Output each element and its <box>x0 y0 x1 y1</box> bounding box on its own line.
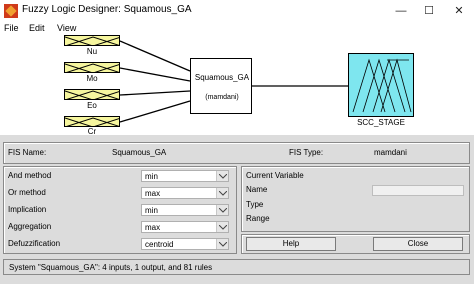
input-variable-mo[interactable] <box>64 62 120 73</box>
chevron-down-icon <box>216 239 228 249</box>
input-variable-cr[interactable] <box>64 116 120 127</box>
cv-type-label: Type <box>246 200 264 209</box>
help-button[interactable]: Help <box>246 237 336 251</box>
methods-group: And method min Or method max Implication… <box>3 166 237 254</box>
and-method-dropdown[interactable]: min <box>141 170 229 182</box>
cv-name-field[interactable] <box>372 185 464 196</box>
fis-name-value: Squamous_GA <box>112 148 167 157</box>
fis-type-value: mamdani <box>374 148 407 157</box>
defuzzification-dropdown[interactable]: centroid <box>141 238 229 250</box>
implication-label: Implication <box>8 205 47 214</box>
maximize-button[interactable]: ☐ <box>414 0 444 22</box>
defuzzification-label: Defuzzification <box>8 239 61 248</box>
chevron-down-icon <box>216 188 228 198</box>
or-method-label: Or method <box>8 188 46 197</box>
matlab-app-icon <box>4 4 18 18</box>
current-variable-group: Current Variable Name Type Range <box>241 166 470 232</box>
and-method-label: And method <box>8 171 52 180</box>
buttons-group: Help Close <box>241 234 470 254</box>
cv-range-label: Range <box>246 214 270 223</box>
aggregation-dropdown[interactable]: max <box>141 221 229 233</box>
title-bar: Fuzzy Logic Designer: Squamous_GA — ☐ ✕ <box>0 0 474 22</box>
fis-name-label: FIS Name: <box>8 148 47 157</box>
menu-file[interactable]: File <box>4 23 19 33</box>
chevron-down-icon <box>216 222 228 232</box>
menu-view[interactable]: View <box>57 23 76 33</box>
input-variable-nu[interactable] <box>64 35 120 46</box>
status-text: System "Squamous_GA": 4 inputs, 1 output… <box>9 263 213 272</box>
output-label: SCC_STAGE <box>357 118 405 127</box>
fis-box-name: Squamous_GA <box>194 73 250 82</box>
window-title: Fuzzy Logic Designer: Squamous_GA <box>22 4 192 15</box>
minimize-button[interactable]: — <box>386 0 416 22</box>
fis-system-box[interactable]: Squamous_GA (mamdani) <box>190 58 252 114</box>
status-bar: System "Squamous_GA": 4 inputs, 1 output… <box>3 259 470 275</box>
fis-info-row: FIS Name: Squamous_GA FIS Type: mamdani <box>3 142 470 164</box>
input-label-cr: Cr <box>87 127 97 135</box>
menu-bar: File Edit View <box>0 22 474 35</box>
menu-edit[interactable]: Edit <box>29 23 45 33</box>
output-membership-functions <box>352 58 412 113</box>
chevron-down-icon <box>216 205 228 215</box>
chevron-down-icon <box>216 171 228 181</box>
current-variable-title: Current Variable <box>246 171 304 180</box>
aggregation-label: Aggregation <box>8 222 52 231</box>
implication-value: min <box>145 206 158 215</box>
close-window-button[interactable]: ✕ <box>444 0 474 22</box>
input-label-mo: Mo <box>86 74 98 83</box>
or-method-value: max <box>145 189 161 198</box>
aggregation-value: max <box>145 223 161 232</box>
and-method-value: min <box>145 172 158 181</box>
cv-name-label: Name <box>246 185 268 194</box>
or-method-dropdown[interactable]: max <box>141 187 229 199</box>
fis-type-label: FIS Type: <box>289 148 324 157</box>
input-label-nu: Nu <box>86 47 98 56</box>
input-label-eo: Eo <box>87 101 97 110</box>
defuzzification-value: centroid <box>145 240 174 249</box>
implication-dropdown[interactable]: min <box>141 204 229 216</box>
fis-properties-panel: FIS Name: Squamous_GA FIS Type: mamdani … <box>0 135 474 284</box>
input-variable-eo[interactable] <box>64 89 120 100</box>
fis-box-type: (mamdani) <box>205 94 239 101</box>
close-button[interactable]: Close <box>373 237 463 251</box>
output-variable-scc-stage[interactable] <box>348 53 414 117</box>
